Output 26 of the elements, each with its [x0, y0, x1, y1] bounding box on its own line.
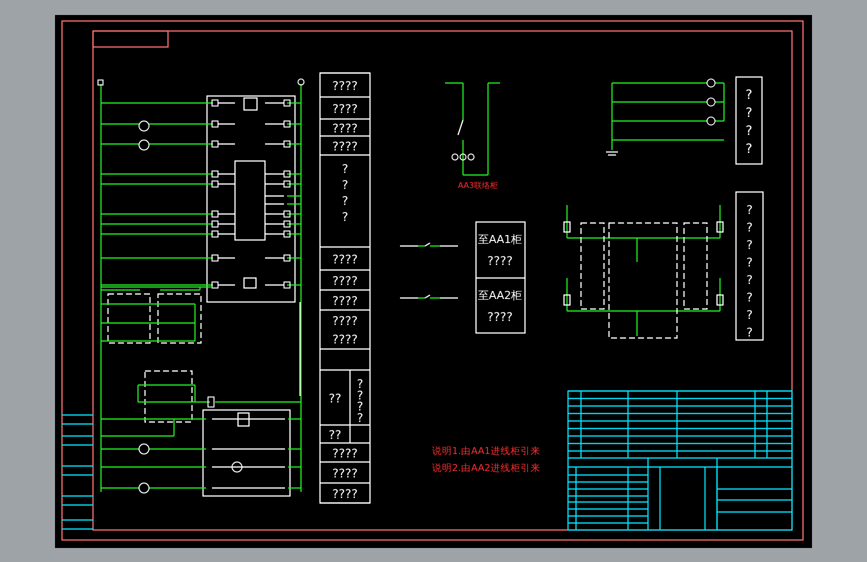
function-label: ????: [332, 294, 358, 308]
function-label: ????: [332, 274, 358, 288]
destination-label: ????: [487, 254, 513, 268]
destination-title: 至AA2柜: [478, 289, 522, 302]
function-label: ????: [332, 466, 358, 480]
function-label: ????: [332, 140, 358, 154]
function-label: ????: [332, 102, 358, 116]
function-label: ????: [332, 252, 358, 266]
function-label: ????: [332, 314, 358, 328]
note-text: 说明2.由AA2进线柜引来: [432, 463, 540, 474]
function-label: ????: [332, 487, 358, 501]
function-label: ????: [332, 79, 358, 93]
function-label: ??: [328, 428, 342, 442]
function-label: ????: [332, 332, 358, 346]
function-label: ????: [332, 122, 358, 136]
interlock-contacts-drawing: [400, 242, 458, 299]
function-label: ????: [356, 377, 364, 425]
function-label: ????: [332, 446, 358, 460]
destination-label: ????: [487, 310, 513, 324]
destination-title: 至AA1柜: [478, 233, 522, 246]
tie-panel-label: AA3联络柜: [458, 181, 498, 190]
function-label: ??: [328, 392, 342, 406]
legend-label: ????: [746, 88, 752, 157]
note-text: 说明1.由AA1进线柜引来: [432, 446, 540, 457]
legend-label: ????????: [746, 203, 753, 340]
function-label: ????: [342, 162, 348, 224]
